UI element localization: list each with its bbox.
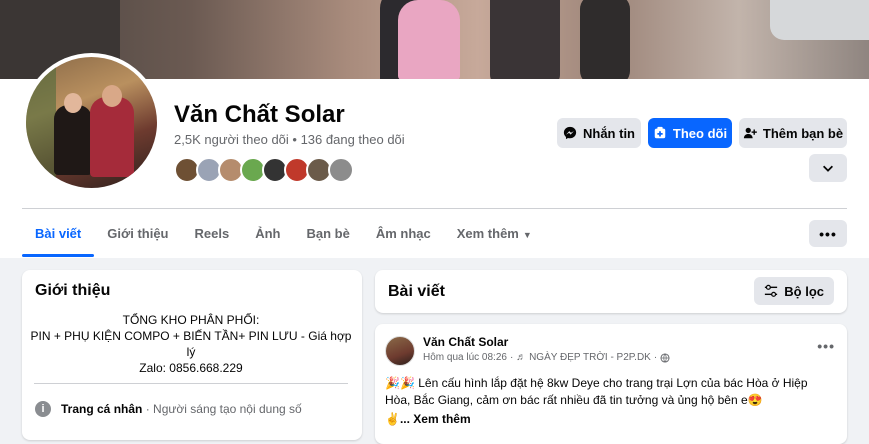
tab-reels[interactable]: Reels: [182, 215, 243, 257]
add-friend-button[interactable]: Thêm bạn bè: [739, 118, 847, 148]
intro-card: Giới thiệu TỔNG KHO PHÂN PHỐI: PIN + PHỤ…: [22, 270, 362, 440]
tab-about[interactable]: Giới thiệu: [94, 215, 181, 257]
tab-more-label: Xem thêm: [456, 226, 519, 241]
tab-friends[interactable]: Bạn bè: [293, 215, 362, 257]
messenger-icon: [563, 126, 577, 140]
category-value: · Người sáng tạo nội dung số: [142, 402, 302, 416]
intro-title: Giới thiệu: [35, 282, 111, 299]
tab-more[interactable]: Xem thêm ▼: [444, 215, 545, 257]
message-button[interactable]: Nhắn tin: [557, 118, 641, 148]
follow-button-label: Theo dõi: [672, 125, 728, 141]
intro-category: i Trang cá nhân · Người sáng tạo nội dun…: [35, 401, 302, 417]
follow-button[interactable]: Theo dõi: [648, 118, 732, 148]
intro-divider: [34, 383, 348, 384]
tab-photos[interactable]: Ảnh: [242, 215, 293, 257]
posts-title: Bài viết: [388, 283, 445, 300]
expand-button[interactable]: [809, 154, 847, 182]
bio-line: PIN + PHỤ KIỆN COMPO + BIẾN TẦN+ PIN LƯU…: [30, 329, 352, 359]
post-music[interactable]: ♬ NGÀY ĐẸP TRỜI - P2P.DK: [516, 352, 651, 363]
post-time[interactable]: Hôm qua lúc 08:26: [423, 352, 507, 363]
tabs-more-options-button[interactable]: •••: [809, 220, 847, 247]
page-title: Văn Chất Solar: [174, 101, 345, 128]
tab-posts[interactable]: Bài viết: [22, 215, 95, 257]
filter-icon: [765, 284, 778, 297]
globe-icon: [660, 352, 670, 363]
see-more-link[interactable]: ✌️... Xem thêm: [385, 412, 471, 426]
posts-header-card: Bài viết Bộ lọc: [375, 270, 847, 313]
mutual-friends-strip[interactable]: [174, 157, 354, 183]
friend-avatar[interactable]: [328, 157, 354, 183]
chevron-down-icon: [823, 165, 833, 172]
tab-music[interactable]: Âm nhạc: [363, 215, 444, 257]
profile-avatar[interactable]: [22, 53, 161, 192]
post-options-button[interactable]: •••: [817, 338, 835, 354]
bio-line: TỔNG KHO PHÂN PHỐI:: [122, 313, 260, 327]
profile-tabs: Bài viết Giới thiệu Reels Ảnh Bạn bè Âm …: [22, 215, 545, 257]
more-dots-icon: •••: [819, 225, 837, 242]
post-author-avatar[interactable]: [385, 336, 415, 366]
post-author-name[interactable]: Văn Chất Solar: [423, 335, 508, 349]
message-button-label: Nhắn tin: [583, 125, 635, 141]
add-friend-button-label: Thêm bạn bè: [762, 125, 844, 141]
post-card: Văn Chất Solar Hôm qua lúc 08:26 · ♬ NGÀ…: [375, 324, 847, 444]
intro-bio: TỔNG KHO PHÂN PHỐI: PIN + PHỤ KIỆN COMPO…: [30, 312, 352, 376]
bio-line: Zalo: 0856.668.229: [139, 361, 243, 375]
filter-button[interactable]: Bộ lọc: [754, 277, 834, 305]
post-text: 🎉🎉 Lên cấu hình lắp đặt hệ 8kw Deye cho …: [385, 376, 808, 407]
post-meta: Hôm qua lúc 08:26 · ♬ NGÀY ĐẸP TRỜI - P2…: [423, 352, 670, 363]
filter-button-label: Bộ lọc: [784, 283, 824, 299]
info-icon: i: [35, 401, 51, 417]
follow-icon: [654, 126, 666, 139]
category-label: Trang cá nhân: [61, 402, 143, 416]
caret-down-icon: ▼: [522, 230, 532, 240]
add-friend-icon: [743, 127, 757, 139]
followers-count[interactable]: 2,5K người theo dõi • 136 đang theo dõi: [174, 132, 405, 147]
header-divider: [22, 208, 847, 209]
